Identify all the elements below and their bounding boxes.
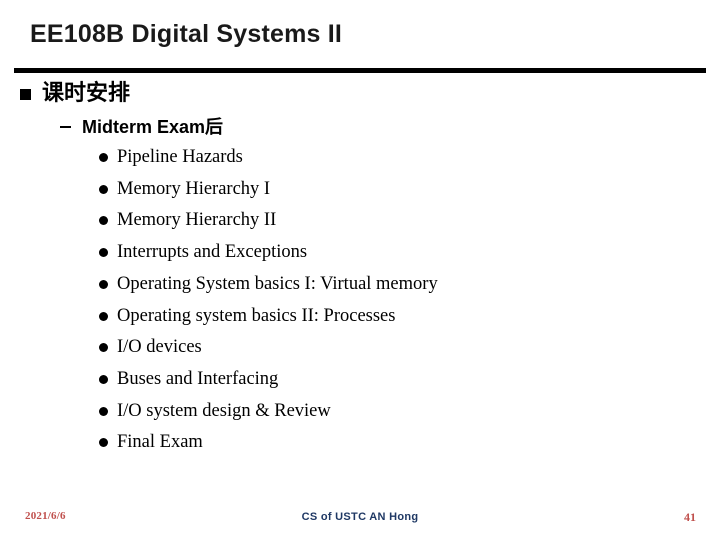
slide: EE108B Digital Systems II 课时安排 Midterm E… <box>0 0 720 540</box>
round-bullet-icon <box>99 406 108 416</box>
list-item: I/O devices <box>99 333 720 362</box>
slide-number: 41 <box>684 510 696 524</box>
footer-center-text: CS of USTC AN Hong <box>301 511 419 523</box>
round-bullet-icon <box>99 438 108 448</box>
list-item: I/O system design & Review <box>99 397 720 426</box>
outline-level1: 课时安排 <box>18 78 720 108</box>
list-item: Operating System basics I: Virtual memor… <box>99 270 720 299</box>
round-bullet-icon <box>99 184 108 194</box>
list-item: Pipeline Hazards <box>99 143 720 172</box>
list-item-label: Final Exam <box>117 432 203 453</box>
list-item: Memory Hierarchy I <box>99 175 720 204</box>
outline-level2: Midterm Exam后 <box>60 114 720 140</box>
slide-body: 课时安排 Midterm Exam后 Pipeline Hazards Memo… <box>0 78 720 457</box>
page-title: EE108B Digital Systems II <box>30 20 343 48</box>
list-item-label: Buses and Interfacing <box>117 368 279 389</box>
list-item: Final Exam <box>99 428 720 457</box>
list-item-label: Pipeline Hazards <box>117 147 243 167</box>
outline-level2-label: Midterm Exam后 <box>82 117 224 137</box>
list-item-label: I/O devices <box>117 337 202 358</box>
round-bullet-icon <box>99 248 108 258</box>
list-item-label: Interrupts and Exceptions <box>117 242 308 263</box>
outline-level1-label: 课时安排 <box>42 80 131 105</box>
round-bullet-icon <box>99 374 108 384</box>
list-item: Buses and Interfacing <box>99 365 720 394</box>
round-bullet-icon <box>99 343 108 353</box>
dash-bullet-icon <box>60 126 71 128</box>
round-bullet-icon <box>99 311 108 321</box>
list-item-label: Operating System basics I: Virtual memor… <box>117 273 438 294</box>
list-item: Memory Hierarchy II <box>99 206 720 235</box>
square-bullet-icon <box>20 89 31 100</box>
list-item-label: Operating system basics II: Processes <box>117 305 396 326</box>
list-item-label: Memory Hierarchy I <box>117 178 271 199</box>
list-item: Interrupts and Exceptions <box>99 238 720 267</box>
round-bullet-icon <box>99 216 108 226</box>
list-item-label: Memory Hierarchy II <box>117 210 277 231</box>
list-item: Operating system basics II: Processes <box>99 302 720 331</box>
round-bullet-icon <box>99 153 108 162</box>
title-divider <box>14 68 706 73</box>
round-bullet-icon <box>99 279 108 289</box>
list-item-label: I/O system design & Review <box>117 400 331 421</box>
